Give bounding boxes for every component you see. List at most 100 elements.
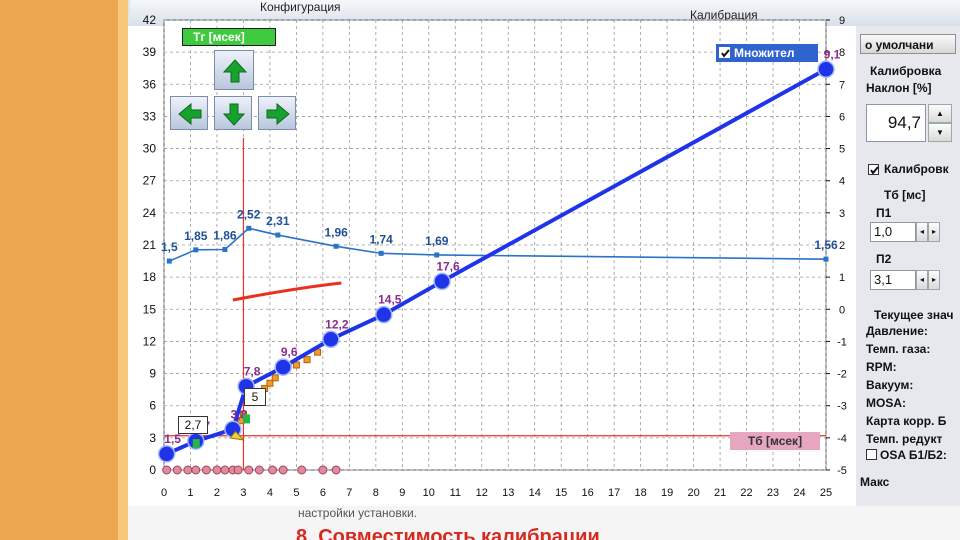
slope-value-field[interactable]: 94,7 — [866, 104, 926, 142]
current-value-box-1: 2,7 — [178, 416, 208, 434]
calibration-point-label: 9,1 — [824, 47, 841, 61]
y-left-tick-label: 3 — [149, 431, 156, 445]
sample-marker — [162, 465, 172, 475]
sample-marker — [233, 465, 243, 475]
x-tick-label: 21 — [714, 487, 726, 499]
x-tick-label: 10 — [423, 487, 435, 499]
y-left-tick-label: 21 — [143, 238, 157, 252]
down-arrow-icon — [222, 103, 246, 126]
y-left-tick-label: 33 — [143, 109, 157, 123]
app-window: Конфигурация Калибрация 0 1 2 3 4 5 6 7 8 9 10 11 12… — [0, 0, 960, 540]
x-tick-label: 3 — [240, 487, 246, 499]
sample-marker — [297, 465, 307, 475]
multiplier-point — [166, 258, 172, 264]
multiplier-checkbox[interactable] — [719, 47, 730, 58]
slope-label: Наклон [%] — [866, 81, 932, 95]
p1-value-field[interactable]: 1,0 — [870, 222, 916, 242]
multiplier-toggle[interactable]: Множител — [716, 44, 818, 62]
multiplier-point — [378, 250, 384, 256]
multiplier-point — [222, 247, 228, 252]
x-tick-label: 11 — [450, 487, 461, 499]
calibration-point — [157, 445, 176, 463]
x-tick-label: 25 — [820, 487, 832, 499]
reducer-temp-label: Темп. редукт — [866, 432, 943, 446]
p1-label: П1 — [876, 206, 892, 220]
multiplier-point — [823, 256, 829, 262]
calibration-title: Калибровка — [870, 64, 942, 78]
sample-marker — [244, 465, 254, 475]
calibration-point-label: 14,5 — [378, 293, 402, 307]
x-tick-label: 1 — [187, 487, 193, 499]
y-left-tick-label: 39 — [143, 45, 157, 59]
calibration-point-label: 17,6 — [436, 259, 460, 273]
x-tick-label: 8 — [373, 487, 379, 499]
osa-checkbox[interactable] — [866, 449, 877, 460]
y-left-tick-label: 6 — [149, 399, 156, 413]
calibration-point-label: 12,2 — [325, 317, 349, 331]
sample-marker — [331, 465, 341, 475]
p1-increase-button[interactable]: ▸ — [928, 222, 940, 242]
multiplier-point-label: 1,5 — [161, 240, 178, 254]
p2-decrease-button[interactable]: ◂ — [916, 270, 928, 290]
nav-left-button[interactable] — [170, 96, 208, 130]
x-tick-label: 13 — [502, 487, 514, 499]
y-left-tick-label: 12 — [143, 334, 157, 348]
multiplier-point-label: 1,69 — [425, 234, 449, 248]
sample-marker — [254, 465, 264, 475]
calibration-checkbox[interactable] — [868, 164, 879, 175]
gas-temp-label: Темп. газа: — [866, 342, 931, 356]
nav-down-button[interactable] — [214, 96, 252, 130]
tg-axis-label: Tг [мсек] — [182, 28, 276, 46]
y-right-tick-label: -1 — [837, 336, 847, 348]
mosa-label: MOSA: — [866, 396, 906, 410]
current-value-box-2: 5 — [244, 388, 266, 406]
sample-marker — [172, 465, 182, 475]
max-label: Макс — [860, 475, 890, 489]
x-tick-label: 4 — [267, 487, 273, 499]
current-values-title: Текущее знач — [874, 308, 954, 322]
multiplier-point-label: 2,52 — [237, 207, 261, 221]
current-marker-1 — [192, 439, 200, 449]
p2-label: П2 — [876, 252, 892, 266]
x-tick-label: 6 — [320, 487, 326, 499]
slope-up-button[interactable]: ▲ — [928, 104, 952, 123]
y-right-tick-label: -2 — [837, 369, 847, 381]
checkmark-icon — [721, 49, 730, 58]
checkmark-icon — [870, 166, 879, 175]
calibration-point-label: 7,8 — [244, 364, 261, 378]
y-right-tick-label: -4 — [837, 433, 847, 445]
calibration-point — [322, 330, 340, 349]
x-tick-label: 9 — [399, 487, 405, 499]
pressure-label: Давление: — [866, 324, 928, 338]
sample-marker — [212, 465, 222, 475]
calibration-chart[interactable]: 0 1 2 3 4 5 6 7 8 9 10 11 12 13 14 15 16 17 18 19 20 21 22 23 24… — [0, 0, 960, 540]
p1-decrease-button[interactable]: ◂ — [916, 222, 928, 242]
multiplier-point — [333, 243, 339, 249]
p2-value-field[interactable]: 3,1 — [870, 270, 916, 290]
osa-label: OSA Б1/Б2: — [880, 448, 947, 462]
y-left-tick-label: 27 — [143, 174, 157, 188]
nav-up-button[interactable] — [214, 50, 254, 90]
y-left-tick-label: 30 — [143, 142, 157, 156]
sample-point — [303, 356, 311, 364]
y-left-tick-label: 36 — [143, 77, 157, 91]
multiplier-point-label: 1,86 — [213, 229, 237, 243]
vacuum-label: Вакуум: — [866, 378, 914, 392]
slope-down-button[interactable]: ▼ — [928, 123, 952, 142]
y-left-tick-label: 42 — [143, 13, 157, 27]
multiplier-point-label: 1,74 — [369, 232, 393, 246]
x-tick-label: 0 — [161, 487, 167, 499]
sample-point — [271, 374, 279, 382]
nav-right-button[interactable] — [258, 96, 296, 130]
default-button[interactable]: о умолчани — [860, 34, 956, 54]
y-right-tick-label: -5 — [837, 465, 847, 477]
calibration-point-label: 1,5 — [164, 432, 181, 446]
y-right-tick-label: 0 — [839, 304, 845, 316]
y-right-tick-label: 3 — [839, 208, 845, 220]
sample-marker — [278, 465, 288, 475]
multiplier-point — [246, 225, 252, 231]
current-marker-2 — [243, 414, 251, 424]
p2-increase-button[interactable]: ▸ — [928, 270, 940, 290]
tb-ms-label: Tб [мс] — [884, 188, 926, 202]
sample-marker — [191, 465, 201, 475]
